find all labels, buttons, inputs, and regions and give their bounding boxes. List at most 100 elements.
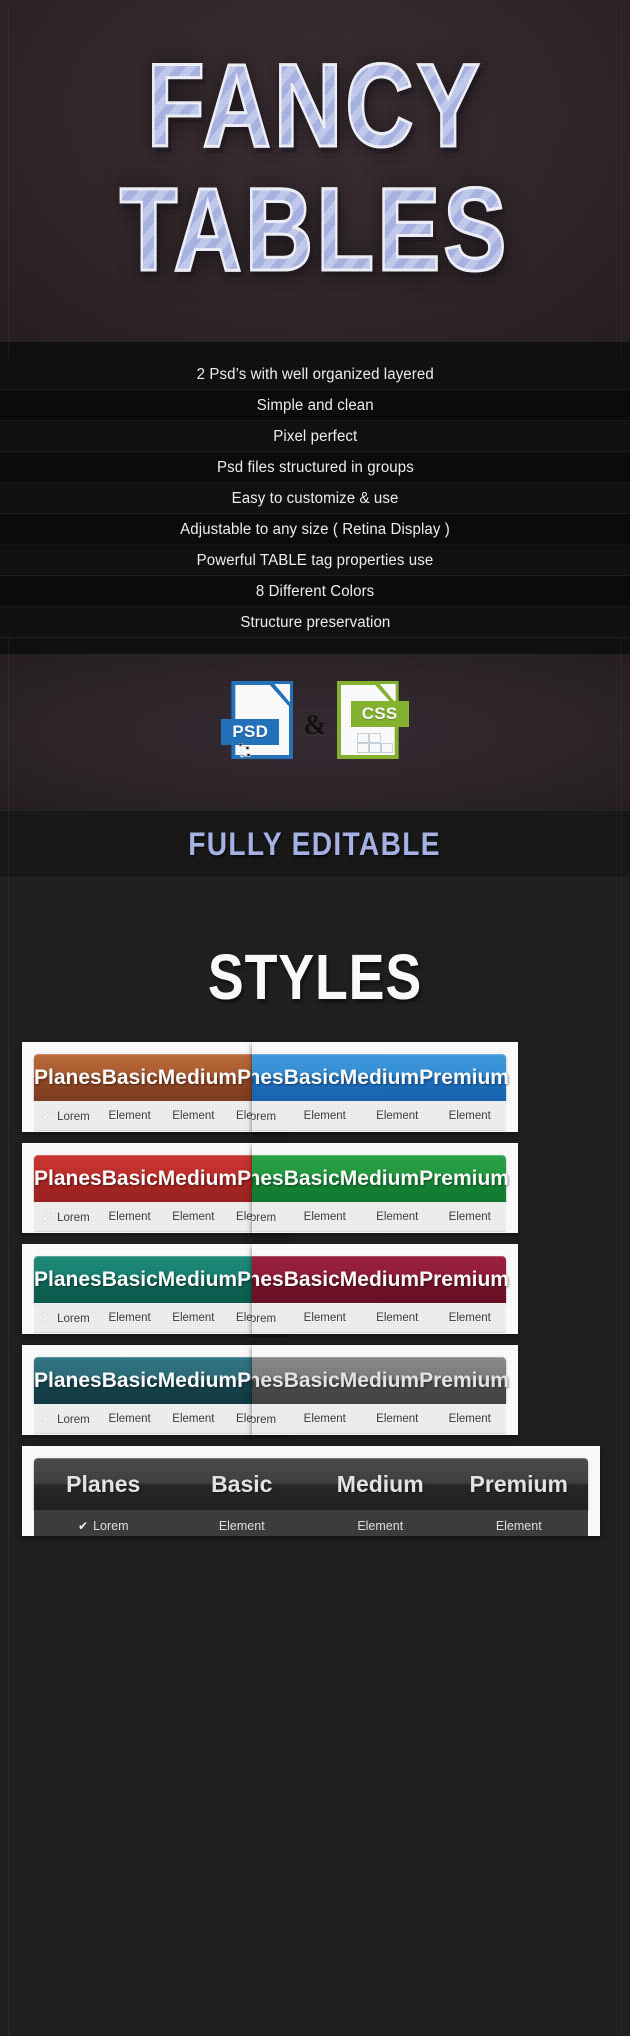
style-card-maroon[interactable]: PlanesBasicMediumPremium ✔Lorem Element Ele… bbox=[252, 1244, 518, 1334]
table-cell: Element bbox=[376, 1311, 419, 1324]
table-cell: Element bbox=[172, 1311, 215, 1324]
table-cell-label: Lorem bbox=[57, 1110, 90, 1123]
fully-editable-banner: FULLY EDITABLE bbox=[0, 810, 630, 878]
style-card-blue[interactable]: PlanesBasicMediumPremium ✔Lorem Element Ele… bbox=[252, 1042, 518, 1132]
hero-title-line-2: TABLES bbox=[0, 170, 630, 290]
table-cell: Element bbox=[108, 1210, 151, 1223]
table-cell-label: Lorem bbox=[252, 1312, 277, 1325]
style-card-dark[interactable]: Planes Basic Medium Premium ✔ Lorem Element Ele… bbox=[22, 1446, 600, 1536]
pricing-table: PlanesBasicMediumPremium✔LoremElementEle… bbox=[252, 1256, 509, 1334]
table-cell: Element bbox=[303, 1311, 346, 1324]
table-cell: Element bbox=[448, 1412, 491, 1425]
table-cell: Element bbox=[108, 1412, 151, 1425]
table-row: ✔LoremElementElementElement bbox=[252, 1101, 506, 1131]
psd-icon-label: PSD bbox=[221, 719, 280, 745]
hero-title-line-1: FANCY bbox=[0, 40, 630, 172]
feature-label: Structure preservation bbox=[239, 614, 391, 631]
feature-row: 8 Different Colors bbox=[0, 576, 630, 607]
hero-word-fancy: FANCY bbox=[146, 40, 483, 172]
table-cell: Element bbox=[303, 1412, 346, 1425]
pricing-table: PlanesBasicMediumPremium✔LoremElementEle… bbox=[252, 1357, 509, 1435]
styles-heading: STYLES bbox=[207, 941, 423, 1013]
style-card-green[interactable]: PlanesBasicMediumPremium ✔Lorem Element Ele… bbox=[252, 1143, 518, 1233]
check-icon: ✔ bbox=[42, 1108, 53, 1123]
table-row: ✔LoremElementElementElement bbox=[252, 1202, 506, 1232]
table-header-cell: Medium bbox=[339, 1267, 420, 1291]
table-header-cell: Premium bbox=[419, 1267, 509, 1291]
table-cell: ✔Lorem bbox=[252, 1210, 289, 1224]
table-cell-label: Lorem bbox=[252, 1110, 277, 1123]
table-header-cell: Basic bbox=[101, 1065, 158, 1089]
table-header-row: PlanesBasicMediumPremium bbox=[34, 1054, 288, 1101]
table-header-cell: Premium bbox=[419, 1065, 509, 1089]
editable-left-rule bbox=[8, 811, 9, 877]
table-cell: ✔Lorem bbox=[34, 1519, 173, 1533]
feature-label: Pixel perfect bbox=[273, 428, 357, 445]
style-card-red[interactable]: PlanesBasicMediumPremium ✔ Lorem Element Ele… bbox=[22, 1143, 288, 1233]
table-header-cell: Planes bbox=[34, 1267, 102, 1291]
table-header-row: PlanesBasicMediumPremium bbox=[34, 1256, 288, 1303]
table-header-cell: Medium bbox=[157, 1065, 238, 1089]
table-row: ✔LoremElementElementElement bbox=[34, 1101, 288, 1131]
table-header-cell: Medium bbox=[336, 1470, 424, 1497]
pricing-table: PlanesBasicMediumPremium✔LoremElementEle… bbox=[252, 1155, 509, 1233]
editable-right-rule bbox=[621, 811, 622, 877]
table-cell: Element bbox=[448, 1210, 491, 1223]
table-header-cell: Medium bbox=[339, 1166, 420, 1190]
table-header-cell: Premium bbox=[419, 1368, 509, 1392]
table-cell: Element bbox=[376, 1210, 419, 1223]
table-header-cell: Planes bbox=[34, 1368, 102, 1392]
table-cell: ✔ Lorem bbox=[34, 1109, 98, 1123]
pricing-table: PlanesBasicMediumPremium✔LoremElementEle… bbox=[252, 1054, 509, 1132]
table-cell: ✔Lorem bbox=[252, 1412, 289, 1426]
style-card-teal[interactable]: PlanesBasicMediumPremium ✔ Lorem Element Ele… bbox=[22, 1244, 288, 1334]
table-header-cell: Medium bbox=[157, 1368, 238, 1392]
pricing-table: PlanesBasicMediumPremium✔LoremElementEle… bbox=[34, 1155, 288, 1233]
table-cell: Element bbox=[357, 1519, 404, 1533]
style-card-gray[interactable]: PlanesBasicMediumPremium ✔Lorem Element Ele… bbox=[252, 1345, 518, 1435]
hero-banner: FANCY TABLES bbox=[0, 0, 630, 342]
file-formats-section: PSD & CSS bbox=[0, 654, 630, 810]
style-card-orange[interactable]: PlanesBasicMediumPremium ✔ Lorem Element Ele… bbox=[22, 1042, 288, 1132]
table-header-row: PlanesBasicMediumPremium bbox=[34, 1155, 288, 1202]
table-header-cell: Basic bbox=[101, 1368, 158, 1392]
table-header-cell: Basic bbox=[283, 1368, 340, 1392]
feature-label: 2 Psd’s with well organized layered bbox=[196, 366, 434, 383]
feature-row: Pixel perfect bbox=[0, 421, 630, 452]
check-icon: ✔ bbox=[42, 1209, 53, 1224]
table-header-cell: Medium bbox=[339, 1065, 420, 1089]
table-header-cell: Basic bbox=[283, 1166, 340, 1190]
style-card-row: PlanesBasicMediumPremium✔LoremElementEle… bbox=[0, 1446, 630, 1547]
table-header-row: PlanesBasicMediumPremium bbox=[252, 1054, 509, 1101]
table-header-row: PlanesBasicMediumPremium bbox=[34, 1357, 288, 1404]
table-cell: ✔Lorem bbox=[252, 1311, 289, 1325]
table-header-cell: Medium bbox=[157, 1166, 238, 1190]
ampersand-separator: & bbox=[303, 710, 327, 741]
table-header-cell: Planes bbox=[252, 1368, 284, 1392]
table-cell: Element bbox=[376, 1412, 419, 1425]
table-cell-label: Lorem bbox=[57, 1312, 90, 1325]
table-header-cell: Basic bbox=[283, 1267, 340, 1291]
table-header-cell: Basic bbox=[211, 1470, 273, 1497]
fully-editable-label: FULLY EDITABLE bbox=[188, 825, 442, 862]
table-cell-label: Lorem bbox=[252, 1211, 277, 1224]
check-icon: ✔ bbox=[42, 1310, 53, 1325]
table-header-cell: Planes bbox=[66, 1470, 141, 1497]
feature-label: 8 Different Colors bbox=[255, 583, 375, 600]
feature-row: 2 Psd’s with well organized layered bbox=[0, 359, 630, 390]
table-header-cell: Planes bbox=[252, 1065, 284, 1089]
table-cell: Element bbox=[303, 1109, 346, 1122]
table-cell: Element bbox=[172, 1210, 215, 1223]
style-card-darkteal[interactable]: PlanesBasicMediumPremium ✔ Lorem Element Ele… bbox=[22, 1345, 288, 1435]
pricing-table: PlanesBasicMediumPremium✔LoremElementEle… bbox=[34, 1458, 588, 1536]
style-card-row: PlanesBasicMediumPremium✔LoremElementEle… bbox=[0, 1143, 630, 1244]
table-cell: ✔Lorem bbox=[252, 1109, 289, 1123]
table-cell: Element bbox=[495, 1519, 542, 1533]
table-header-cell: Basic bbox=[101, 1267, 158, 1291]
feature-row: Powerful TABLE tag properties use bbox=[0, 545, 630, 576]
feature-label: Powerful TABLE tag properties use bbox=[196, 552, 434, 569]
pricing-table: PlanesBasicMediumPremium✔LoremElementEle… bbox=[34, 1054, 288, 1132]
css-icon-grid bbox=[356, 733, 397, 755]
table-header-cell: Premium bbox=[419, 1166, 509, 1190]
feature-row: Psd files structured in groups bbox=[0, 452, 630, 483]
